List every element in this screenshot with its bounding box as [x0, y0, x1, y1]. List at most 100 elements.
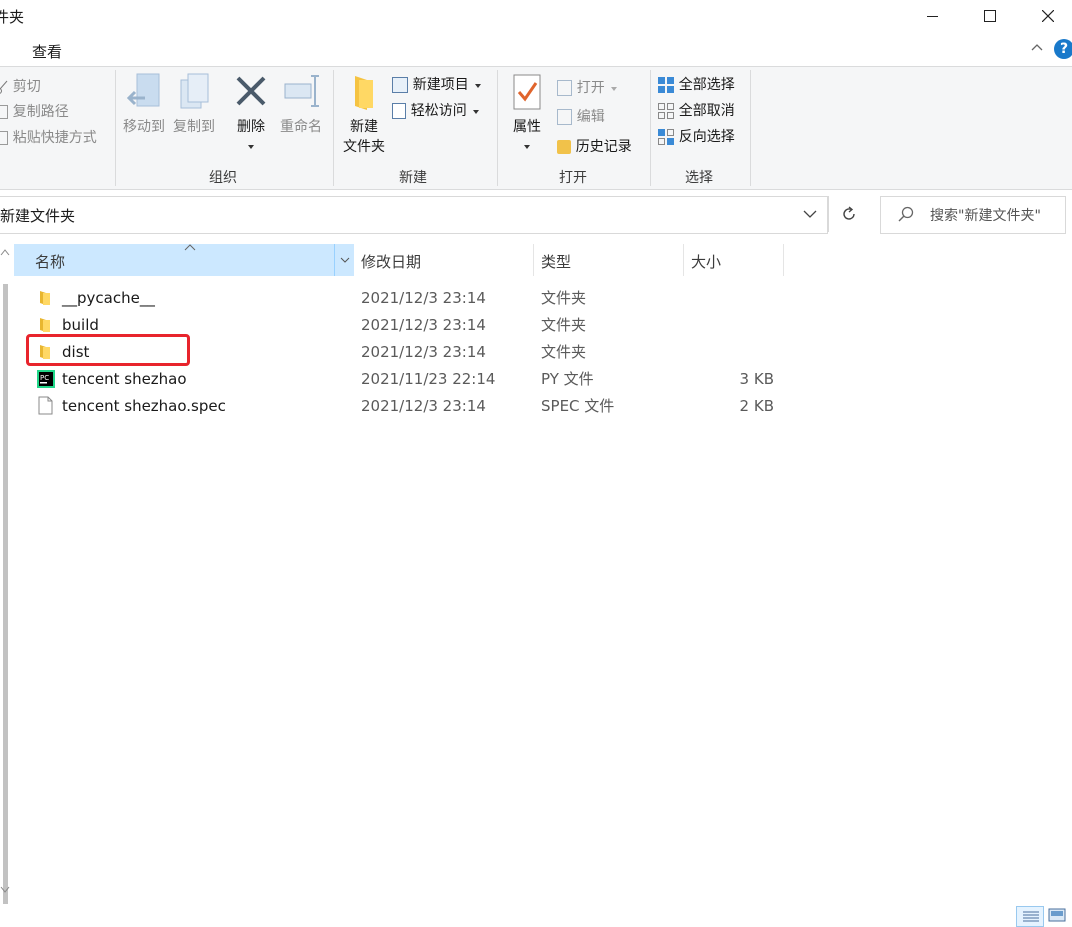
scroll-thumb[interactable] — [3, 284, 8, 904]
open-label: 打开 — [576, 80, 605, 96]
search-input[interactable]: 搜索"新建文件夹" — [930, 205, 1041, 225]
new-item-button[interactable]: 新建项目 — [392, 74, 482, 94]
history-icon — [557, 139, 571, 154]
large-icons-view-icon — [1048, 908, 1066, 922]
group-separator — [333, 70, 334, 186]
chevron-down-icon — [340, 257, 350, 263]
large-icons-view-button[interactable] — [1048, 908, 1068, 925]
select-group-label: 选择 — [685, 170, 713, 186]
divider — [828, 196, 829, 232]
copy-to-button[interactable]: 复制到 — [170, 72, 218, 136]
copy-path-icon — [0, 104, 8, 119]
pycharm-file-icon: PC — [37, 370, 55, 388]
rename-button[interactable]: 重命名 — [278, 72, 324, 136]
chevron-down-icon — [472, 110, 479, 114]
chevron-down-icon — [524, 145, 530, 149]
copy-to-label: 复制到 — [173, 119, 215, 135]
minimize-button[interactable] — [903, 0, 961, 32]
file-modified: 2021/11/23 22:14 — [361, 370, 496, 388]
invert-selection-button[interactable]: 反向选择 — [658, 126, 735, 146]
select-none-button[interactable]: 全部取消 — [658, 100, 735, 120]
file-modified: 2021/12/3 23:14 — [361, 397, 486, 415]
properties-checkmark-icon — [513, 74, 541, 110]
table-row[interactable]: __pycache__ 2021/12/3 23:14 文件夹 — [30, 285, 790, 312]
edit-icon — [557, 108, 572, 125]
scrollbar[interactable] — [0, 244, 10, 904]
window-title: 件夹 — [0, 8, 25, 26]
column-header-name[interactable]: 名称 — [35, 251, 65, 272]
table-row[interactable]: tencent shezhao.spec 2021/12/3 23:14 SPE… — [30, 393, 790, 420]
copy-path-label: 复制路径 — [12, 104, 69, 120]
details-view-button[interactable] — [1016, 906, 1044, 927]
file-type: 文件夹 — [541, 343, 587, 361]
column-separator[interactable] — [783, 244, 784, 276]
rename-label: 重命名 — [280, 119, 322, 135]
file-name: tencent shezhao.spec — [62, 397, 226, 415]
address-bar[interactable] — [0, 196, 828, 234]
copy-to-icon — [180, 73, 209, 109]
folder-icon — [40, 318, 50, 332]
delete-button[interactable]: 删除 — [230, 72, 272, 154]
scroll-up-icon[interactable] — [0, 248, 10, 256]
move-to-button[interactable]: 移动到 — [120, 72, 168, 136]
chevron-down-icon — [248, 145, 254, 149]
column-separator[interactable] — [683, 244, 684, 276]
history-button[interactable]: 历史记录 — [557, 136, 632, 156]
select-all-button[interactable]: 全部选择 — [658, 74, 735, 94]
column-header-size[interactable]: 大小 — [691, 251, 721, 272]
refresh-icon[interactable] — [840, 205, 858, 223]
details-view-icon — [1023, 911, 1039, 922]
column-separator[interactable] — [533, 244, 534, 276]
new-item-label: 新建项目 — [412, 77, 469, 93]
close-button[interactable] — [1019, 0, 1072, 32]
cut-button[interactable]: 剪切 — [0, 76, 41, 96]
table-row[interactable]: PC tencent shezhao 2021/11/23 22:14 PY 文… — [30, 366, 790, 393]
column-header-type[interactable]: 类型 — [541, 251, 571, 272]
address-path[interactable]: 新建文件夹 — [0, 205, 75, 226]
folder-icon — [40, 291, 50, 305]
delete-x-icon — [236, 76, 266, 106]
scroll-down-icon[interactable] — [0, 886, 10, 894]
file-modified: 2021/12/3 23:14 — [361, 289, 486, 307]
invert-selection-icon — [658, 128, 674, 145]
chevron-down-icon[interactable] — [803, 209, 817, 219]
group-separator — [497, 70, 498, 186]
invert-selection-label: 反向选择 — [678, 129, 735, 145]
properties-button[interactable]: 属性 — [506, 72, 548, 154]
history-label: 历史记录 — [575, 139, 632, 155]
move-to-icon — [126, 73, 160, 107]
rename-icon — [284, 75, 319, 107]
properties-label: 属性 — [513, 119, 541, 135]
file-type: 文件夹 — [541, 289, 587, 307]
paste-shortcut-icon — [0, 130, 8, 145]
file-type: SPEC 文件 — [541, 397, 615, 415]
group-separator — [115, 70, 116, 186]
open-group-label: 打开 — [559, 170, 587, 186]
file-name: tencent shezhao — [62, 370, 187, 388]
edit-button[interactable]: 编辑 — [557, 106, 605, 126]
new-group-label: 新建 — [399, 170, 427, 186]
new-folder-label-2: 文件夹 — [343, 139, 385, 155]
collapse-ribbon-icon[interactable] — [1030, 42, 1044, 52]
paste-shortcut-label: 粘贴快捷方式 — [12, 130, 97, 146]
new-folder-button[interactable]: 新建 文件夹 — [340, 72, 388, 156]
sort-ascending-icon — [184, 244, 196, 251]
column-dropdown[interactable] — [334, 244, 355, 276]
tab-view[interactable]: 查看 — [32, 41, 62, 62]
file-modified: 2021/12/3 23:14 — [361, 343, 486, 361]
open-button[interactable]: 打开 — [557, 77, 618, 97]
copy-path-button[interactable]: 复制路径 — [0, 101, 69, 121]
file-type: PY 文件 — [541, 370, 594, 388]
maximize-button[interactable] — [961, 0, 1019, 32]
minimize-icon — [926, 15, 938, 17]
paste-shortcut-button[interactable]: 粘贴快捷方式 — [0, 127, 97, 147]
column-header-modified[interactable]: 修改日期 — [361, 251, 421, 272]
select-none-label: 全部取消 — [678, 103, 735, 119]
file-size: 3 KB — [739, 370, 774, 388]
help-icon[interactable]: ? — [1054, 39, 1072, 59]
search-icon — [898, 206, 914, 222]
highlight-annotation — [26, 334, 190, 366]
file-icon — [38, 396, 53, 415]
move-to-label: 移动到 — [123, 119, 165, 135]
easy-access-button[interactable]: 轻松访问 — [392, 100, 480, 120]
